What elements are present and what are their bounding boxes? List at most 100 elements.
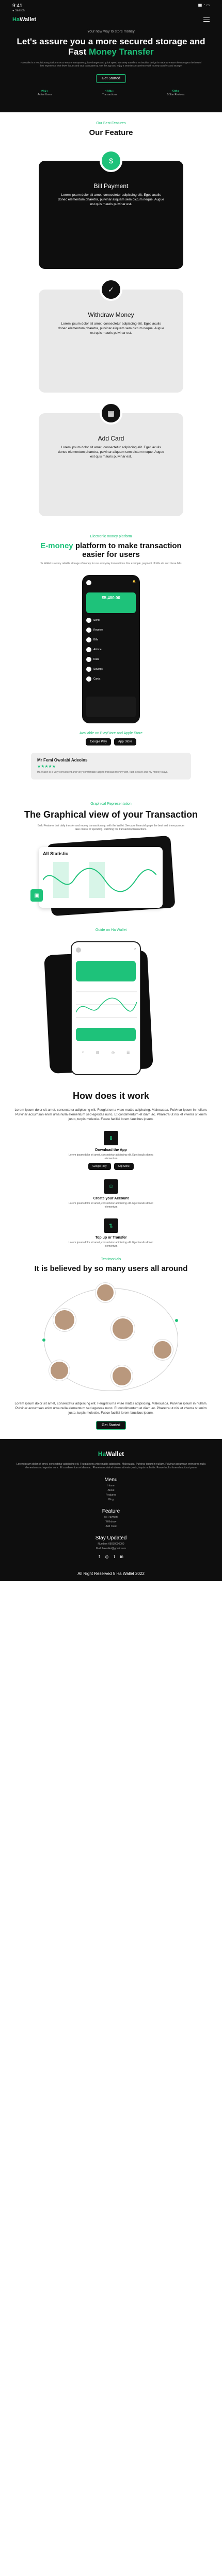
footer: HaWallet Lorem ipsum dolor sit amet, con… <box>0 1439 222 1581</box>
step-title: Create your Account <box>93 1197 129 1200</box>
step-text: Lorem ipsum dolor sit amet, consectetur … <box>69 1202 153 1209</box>
footer-feature-title: Feature <box>102 1509 120 1514</box>
trust-get-started-button[interactable]: Get Started <box>96 1421 126 1430</box>
trust-section: Testimonials It is believed by so many u… <box>0 1248 222 1430</box>
download-icon: ⬇ <box>104 1131 118 1145</box>
transfer-icon: ⇅ <box>104 1218 118 1233</box>
avatar <box>152 1340 173 1360</box>
avatar <box>111 1317 135 1341</box>
step-title: Download the App <box>95 1148 127 1152</box>
users-circle <box>34 1283 188 1396</box>
how-lead: Lorem ipsum dolor sit amet, consectetur … <box>14 1108 208 1121</box>
google-play-button[interactable]: Google Play <box>86 738 111 745</box>
avatar <box>49 1360 70 1381</box>
user-icon: ☺ <box>104 1179 118 1194</box>
navbar: HaWallet <box>12 16 210 23</box>
google-play-button[interactable]: Google Play <box>88 1163 111 1170</box>
app-store-button[interactable]: App Store <box>114 738 136 745</box>
withdraw-icon: ✓ <box>100 278 122 301</box>
footer-link-withdraw[interactable]: Withdraw <box>15 1520 207 1523</box>
footer-logo[interactable]: HaWallet <box>15 1450 207 1458</box>
hero-section: 9:41 ◂ Search ▮▮ ◔ ▭ HaWallet Your new wa… <box>0 0 222 112</box>
footer-link-features[interactable]: Features <box>15 1494 207 1497</box>
social-links: f ◎ t in <box>15 1554 207 1559</box>
phone-row: Bills <box>86 637 136 642</box>
phone-row: Cards <box>86 676 136 682</box>
feature-card-bill[interactable]: $ Bill Payment Lorem ipsum dolor sit ame… <box>39 149 183 269</box>
features-section: Our Best Features Our Feature $ Bill Pay… <box>0 112 222 516</box>
instagram-icon[interactable]: ◎ <box>105 1554 108 1559</box>
statistic-visual: All Statistic ▣ <box>28 835 194 917</box>
graph-tag: Graphical Representation <box>90 802 132 806</box>
store-tag: Available on PlayStore and Apple Store <box>79 732 143 735</box>
linkedin-icon[interactable]: in <box>120 1554 123 1559</box>
footer-mail[interactable]: Mail: hawallet@gmail.com <box>15 1547 207 1550</box>
phone-row: Savings <box>86 667 136 672</box>
testimonial-name: Mr Femi Owolabi Adeoins <box>37 758 88 762</box>
footer-link-bill[interactable]: Bill Payment <box>15 1516 207 1519</box>
feature-title: Add Card <box>98 435 124 442</box>
step-create-account: ☺ Create your Account Lorem ipsum dolor … <box>0 1179 222 1209</box>
graph-title: The Graphical view of your Transaction <box>24 809 198 820</box>
feature-title: Withdraw Money <box>88 311 134 318</box>
footer-link-blog[interactable]: Blog <box>15 1498 207 1501</box>
get-started-button[interactable]: Get Started <box>96 74 126 83</box>
wallet-icon: ▣ <box>30 889 43 902</box>
footer-link-card[interactable]: Add Card <box>15 1525 207 1528</box>
footer-link-home[interactable]: Home <box>15 1484 207 1487</box>
graph-section: Graphical Representation The Graphical v… <box>0 779 222 917</box>
feature-card-add-card[interactable]: ▤ Add Card Lorem ipsum dolor sit amet, c… <box>39 402 183 516</box>
phone-bottom-panel <box>86 697 136 717</box>
phone-row: Receive <box>86 628 136 633</box>
avatar <box>111 1365 133 1387</box>
feature-card-withdraw[interactable]: ✓ Withdraw Money Lorem ipsum dolor sit a… <box>39 278 183 393</box>
feature-text: Lorem ipsum dolor sit amet, consectetur … <box>58 193 164 206</box>
status-back[interactable]: ◂ Search <box>12 9 25 12</box>
step-text: Lorem ipsum dolor sit amet, consectetur … <box>69 1241 153 1248</box>
feature-title: Bill Payment <box>93 182 129 190</box>
bell-icon: 🔔 <box>132 580 136 583</box>
hero-text: Ha Wallet is a revolutionary platform se… <box>21 61 201 67</box>
guide-phone: ⌕ ⌂ ▤ ◎ ☰ <box>71 941 141 1075</box>
footer-phone: Number: 08030000000 <box>98 1543 124 1546</box>
guide-card <box>76 961 136 981</box>
facebook-icon[interactable]: f <box>99 1554 100 1559</box>
hero-stats: 20k+ Active Users 100k+ Transactions 500+ 5… <box>12 90 210 96</box>
copyright: All Right Reserved 5 Ha Wallet 2022 <box>77 1571 145 1576</box>
card-icon: ▤ <box>100 402 122 425</box>
hero-tag: Your new way to store money <box>87 30 135 33</box>
features-title: Our Feature <box>89 128 133 137</box>
stat-item: 500+ 5 Star Reviews <box>167 90 185 96</box>
logo[interactable]: HaWallet <box>12 16 36 23</box>
step-download: ⬇ Download the App Lorem ipsum dolor sit… <box>0 1131 222 1170</box>
platform-text: Ha Wallet is a very reliable storage of … <box>40 562 182 565</box>
how-title: How does it work <box>72 1091 150 1101</box>
hero-title: Let's assure you a more secured storage … <box>17 37 205 57</box>
guide-card-secondary <box>76 1028 136 1041</box>
features-tag: Our Best Features <box>96 122 126 125</box>
how-section: How does it work Lorem ipsum dolor sit a… <box>0 1091 222 1248</box>
footer-text: Lorem ipsum dolor sit amet, consectetur … <box>16 1463 206 1469</box>
trust-text: Lorem ipsum dolor sit amet, consectetur … <box>14 1402 208 1415</box>
platform-tag: Electronic money platform <box>90 535 132 538</box>
avatar <box>53 1309 76 1331</box>
platform-section: Electronic money platform E-money platfo… <box>0 516 222 779</box>
phone-row: Airtime <box>86 647 136 652</box>
footer-link-about[interactable]: About <box>15 1489 207 1492</box>
feature-text: Lorem ipsum dolor sit amet, consectetur … <box>58 446 164 459</box>
twitter-icon[interactable]: t <box>114 1554 115 1559</box>
store-buttons: Google Play App Store <box>0 738 222 745</box>
statistic-wave <box>42 862 157 898</box>
footer-stay-title: Stay Updated <box>95 1535 127 1541</box>
step-title: Top up or Transfer <box>95 1236 127 1240</box>
app-store-button[interactable]: App Store <box>114 1163 134 1170</box>
guide-chart <box>75 991 137 1018</box>
testimonial-text: Ha Wallet is a very convenient and very … <box>37 771 168 774</box>
avatar <box>96 1283 115 1302</box>
graph-text: Build Features that daily transfer and m… <box>37 824 185 831</box>
avatar <box>86 580 91 585</box>
guide-phone-visual: ⌕ ⌂ ▤ ◎ ☰ <box>44 941 178 1080</box>
menu-icon[interactable] <box>203 18 210 22</box>
step-topup: ⇅ Top up or Transfer Lorem ipsum dolor s… <box>0 1218 222 1248</box>
phone-mockup: 🔔 $5,400.00 Send Receive Bills Airtime D… <box>82 575 140 723</box>
